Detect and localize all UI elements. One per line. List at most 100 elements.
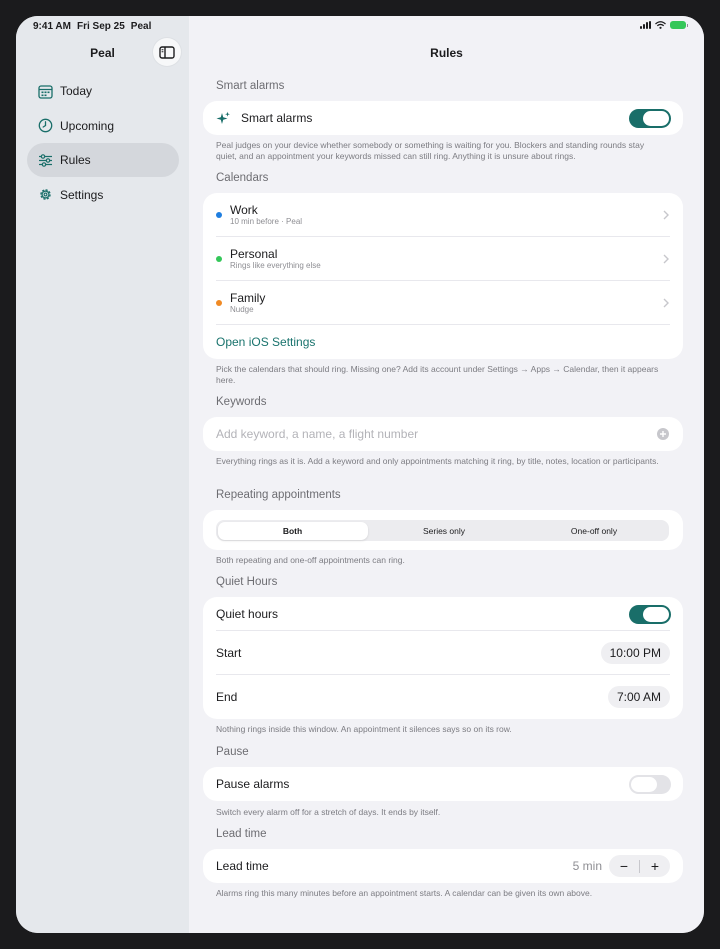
pause-alarms-label: Pause alarms xyxy=(216,777,290,791)
section-header-keywords: Keywords xyxy=(216,396,267,408)
end-time-picker[interactable]: 7:00 AM xyxy=(607,686,670,708)
calendar-name: Family xyxy=(230,291,266,305)
status-app: Peal xyxy=(130,21,152,32)
calendar-text: Personal Rings like everything else xyxy=(230,247,321,271)
segment-both[interactable]: Both xyxy=(217,521,368,540)
sidebar: 9:41 AM Fri Sep 25 Peal Peal Today Upcom… xyxy=(16,16,189,933)
pause-card: Pause alarms xyxy=(203,767,683,801)
keyword-input[interactable] xyxy=(216,427,636,441)
decrement-button[interactable]: − xyxy=(609,855,639,877)
section-header-lead-time: Lead time xyxy=(216,828,267,840)
quiet-hours-row: Quiet hours xyxy=(203,597,683,631)
clock-icon xyxy=(38,118,53,133)
sidebar-toggle-button[interactable] xyxy=(153,38,181,66)
cellular-signal-icon xyxy=(640,21,651,29)
sidebar-item-label: Today xyxy=(60,84,93,98)
sidebar-item-label: Settings xyxy=(60,187,104,202)
repeating-segmented-control: Both Series only One-off only xyxy=(216,520,669,541)
section-header-quiet-hours: Quiet Hours xyxy=(216,576,278,588)
lead-time-row: Lead time 5 min − + xyxy=(203,849,683,883)
lead-time-stepper: − + xyxy=(609,855,670,877)
calendar-name: Work xyxy=(230,203,258,217)
calendar-detail: 10 min before · Peal xyxy=(230,217,303,226)
pause-footer: Switch every alarm off for a stretch of … xyxy=(216,807,441,817)
status-bar-icons xyxy=(640,21,688,29)
section-header-smart-alarms: Smart alarms xyxy=(216,80,285,92)
section-header-pause: Pause xyxy=(216,746,249,758)
quiet-hours-footer: Nothing rings inside this window. An app… xyxy=(216,724,512,734)
sidebar-item-today[interactable]: Today xyxy=(27,74,179,108)
smart-alarms-row: Smart alarms xyxy=(203,101,683,135)
status-bar-time: 9:41 AM Fri Sep 25 Peal xyxy=(33,21,157,32)
section-header-calendars: Calendars xyxy=(216,172,269,184)
calendar-text: Family Nudge xyxy=(230,291,265,315)
lead-time-card: Lead time 5 min − + xyxy=(203,849,683,883)
section-header-repeating: Repeating appointments xyxy=(216,489,341,501)
pause-row: Pause alarms xyxy=(203,767,683,801)
sliders-icon xyxy=(39,153,52,167)
calendar-text: Work 10 min before · Peal xyxy=(230,203,302,227)
wifi-icon xyxy=(655,21,666,29)
smart-alarms-footer: Peal judges on your device whether someb… xyxy=(216,140,645,161)
chevron-right-icon xyxy=(663,210,669,220)
sidebar-item-settings[interactable]: Settings xyxy=(27,178,179,212)
calendar-color-dot xyxy=(216,256,222,262)
calendars-card: Work 10 min before · Peal Personal Rings… xyxy=(203,193,683,359)
chevron-right-icon xyxy=(663,298,669,308)
keywords-footer: Everything rings as it is. Add a keyword… xyxy=(216,456,659,466)
toggle-knob xyxy=(643,606,669,622)
page-title: Rules xyxy=(430,46,463,60)
repeating-footer: Both repeating and one-off appointments … xyxy=(216,555,405,565)
sidebar-item-upcoming[interactable]: Upcoming xyxy=(27,109,179,143)
smart-alarms-card: Smart alarms xyxy=(203,101,683,135)
status-date: Fri Sep 25 xyxy=(76,21,125,32)
segment-series-only[interactable]: Series only xyxy=(369,520,519,541)
increment-button[interactable]: + xyxy=(640,855,670,877)
calendar-color-dot xyxy=(216,300,222,306)
calendar-row-family[interactable]: Family Nudge xyxy=(203,281,683,325)
calendar-name: Personal xyxy=(230,247,278,261)
battery-icon xyxy=(670,21,688,29)
calendars-footer: Pick the calendars that should ring. Mis… xyxy=(216,364,659,385)
toggle-knob xyxy=(631,776,657,792)
quiet-hours-start-row: Start 10:00 PM xyxy=(203,631,683,675)
segment-one-off-only[interactable]: One-off only xyxy=(519,520,669,541)
open-ios-settings-link[interactable]: Open iOS Settings xyxy=(216,335,315,349)
keywords-row xyxy=(203,417,683,451)
lead-time-label: Lead time xyxy=(216,859,269,873)
sidebar-item-rules[interactable]: Rules xyxy=(27,143,179,178)
quiet-hours-card: Quiet hours Start 10:00 PM End 7:00 AM xyxy=(203,597,683,719)
toggle-knob xyxy=(643,110,669,126)
sidebar-toggle-icon xyxy=(159,45,175,59)
calendar-row-personal[interactable]: Personal Rings like everything else xyxy=(203,237,683,281)
calendar-color-dot xyxy=(216,212,222,218)
start-time-picker[interactable]: 10:00 PM xyxy=(600,642,670,664)
sidebar-item-label: Upcoming xyxy=(60,118,115,133)
quiet-hours-start-label: Start xyxy=(216,646,242,660)
open-ios-settings-row: Open iOS Settings xyxy=(203,325,683,359)
calendar-row-work[interactable]: Work 10 min before · Peal xyxy=(203,193,683,237)
calendar-detail: Nudge xyxy=(230,305,254,314)
sidebar-item-label: Rules xyxy=(60,153,91,168)
sparkles-icon xyxy=(216,111,230,124)
pause-alarms-toggle[interactable] xyxy=(629,774,671,794)
calendar-detail: Rings like everything else xyxy=(230,261,321,270)
add-keyword-icon[interactable] xyxy=(657,428,669,440)
smart-alarms-label: Smart alarms xyxy=(241,111,313,125)
main-content: Rules Smart alarms Smart alarms Peal jud… xyxy=(189,16,704,933)
repeating-card: Both Series only One-off only xyxy=(203,510,683,550)
sidebar-nav: Today Upcoming Rules Settings xyxy=(27,74,179,212)
keywords-card xyxy=(203,417,683,451)
quiet-hours-end-label: End xyxy=(216,690,238,704)
plus-icon xyxy=(660,431,666,437)
device-frame: 9:41 AM Fri Sep 25 Peal Peal Today Upcom… xyxy=(16,16,704,933)
quiet-hours-toggle[interactable] xyxy=(629,604,671,624)
status-time: 9:41 AM xyxy=(33,21,71,32)
calendar-icon xyxy=(38,84,53,99)
quiet-hours-label: Quiet hours xyxy=(216,607,279,621)
chevron-right-icon xyxy=(663,254,669,264)
quiet-hours-end-row: End 7:00 AM xyxy=(203,675,683,719)
lead-time-footer: Alarms ring this many minutes before an … xyxy=(216,888,593,898)
lead-time-value: 5 min xyxy=(572,859,602,873)
smart-alarms-toggle[interactable] xyxy=(629,108,671,128)
